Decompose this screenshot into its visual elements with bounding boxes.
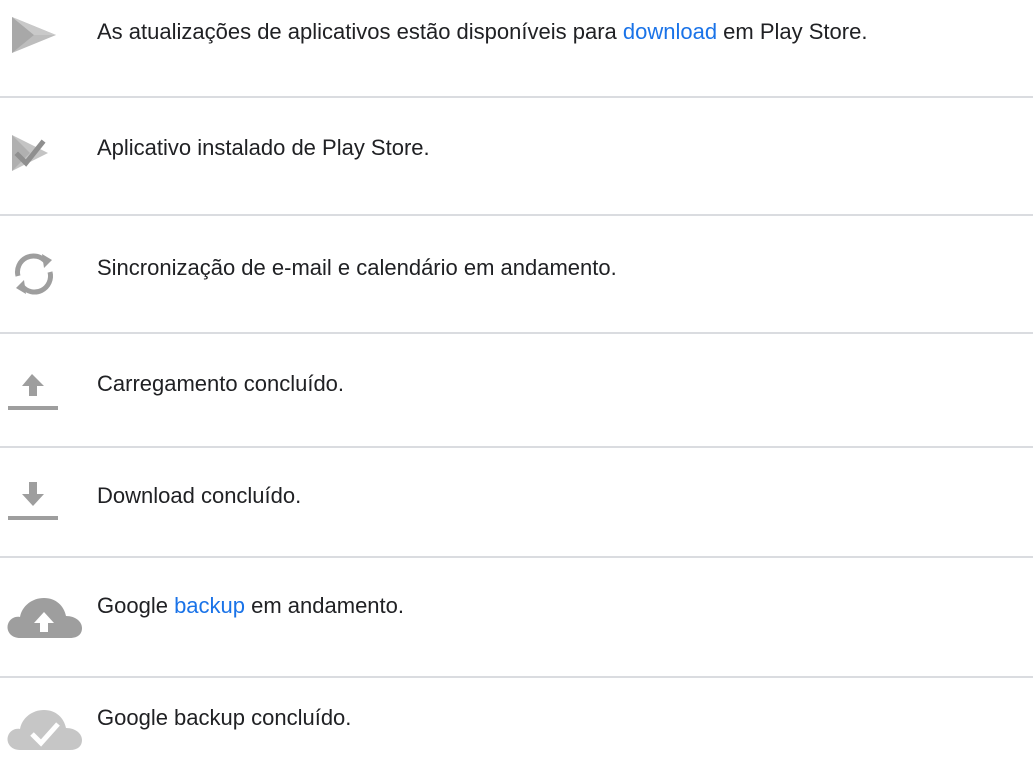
backup-link[interactable]: backup [174, 593, 245, 618]
text-segment: As atualizações de aplicativos estão dis… [97, 19, 623, 44]
cloud-done-icon [6, 700, 82, 756]
play-store-update-icon [6, 11, 70, 67]
text-segment: em andamento. [245, 593, 404, 618]
sync-icon [6, 246, 70, 302]
text-segment: Google [97, 593, 175, 618]
row-text: As atualizações de aplicativos estão dis… [97, 17, 867, 47]
list-item: As atualizações de aplicativos estão dis… [0, 0, 1033, 96]
row-text: Aplicativo instalado de Play Store. [97, 135, 430, 160]
download-complete-icon [6, 478, 70, 534]
list-item: Sincronização de e-mail e calendário em … [0, 216, 1033, 332]
list-item: Google backup concluído. [0, 678, 1033, 758]
text-segment: em Play Store. [717, 19, 868, 44]
list-item: Aplicativo instalado de Play Store. [0, 98, 1033, 214]
list-item: Google backup em andamento. [0, 558, 1033, 676]
row-text: Google backup em andamento. [97, 591, 404, 621]
list-item: Carregamento concluído. [0, 334, 1033, 446]
cloud-upload-icon [6, 588, 82, 644]
upload-complete-icon [6, 368, 70, 424]
row-text: Sincronização de e-mail e calendário em … [97, 255, 617, 280]
row-text: Carregamento concluído. [97, 371, 345, 396]
list-item: Download concluído. [0, 448, 1033, 556]
play-store-installed-icon [8, 131, 72, 187]
download-link[interactable]: download [623, 19, 717, 44]
row-text: Download concluído. [97, 483, 302, 508]
row-text: Google backup concluído. [97, 705, 352, 730]
